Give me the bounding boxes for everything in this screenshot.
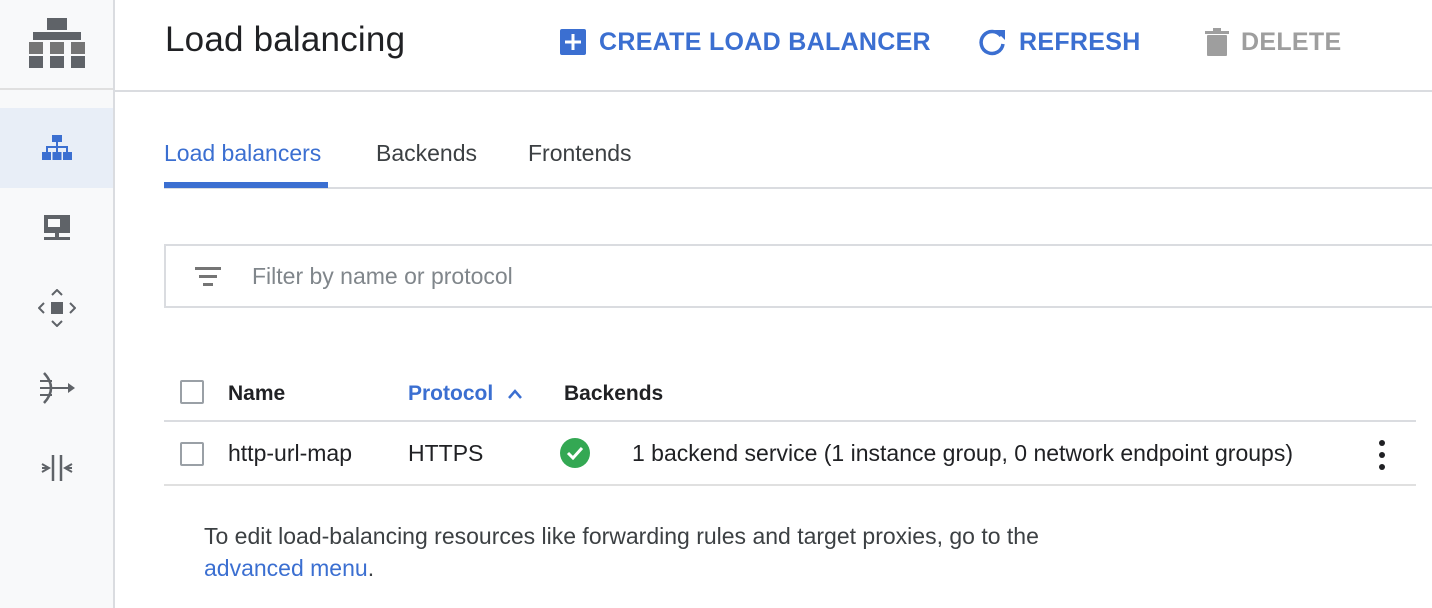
rail-item-pinch[interactable] <box>0 428 113 508</box>
instance-icon <box>43 215 70 240</box>
rail-item-instances[interactable] <box>0 188 113 268</box>
note-suffix: . <box>367 555 375 581</box>
column-header-protocol-label: Protocol <box>408 382 494 405</box>
row-backends: 1 backend service (1 instance group, 0 n… <box>632 440 1294 466</box>
select-all-checkbox[interactable] <box>180 380 204 404</box>
left-rail <box>0 0 115 608</box>
product-logo[interactable] <box>0 0 113 90</box>
refresh-icon <box>979 29 1005 56</box>
load-balancers-table: Name Protocol Backends http-url-map HTTP… <box>164 364 1416 486</box>
delete-button[interactable]: DELETE <box>1205 24 1341 60</box>
sort-ascending-icon <box>508 389 522 400</box>
note-text: To edit load-balancing resources like fo… <box>204 523 1039 549</box>
tab-backends[interactable]: Backends <box>376 140 477 181</box>
page-header: Load balancing CREATE LOAD BALANCER REFR… <box>115 0 1432 92</box>
rail-item-network-move[interactable] <box>0 268 113 348</box>
network-services-logo-icon <box>28 18 85 68</box>
load-balancer-icon <box>41 135 72 160</box>
page-title: Load balancing <box>165 20 406 59</box>
column-header-backends: Backends <box>564 382 664 405</box>
more-actions-icon[interactable] <box>1370 438 1394 472</box>
create-load-balancer-label: CREATE LOAD BALANCER <box>599 27 931 56</box>
tab-load-balancers[interactable]: Load balancers <box>164 140 321 181</box>
filter-list-icon[interactable] <box>194 266 222 286</box>
pinch-icon <box>41 455 72 481</box>
rail-item-load-balancing[interactable] <box>0 108 113 188</box>
rail-item-forwarding[interactable] <box>0 348 113 428</box>
advanced-menu-link[interactable]: advanced menu <box>204 555 368 581</box>
forwarding-icon <box>39 372 75 404</box>
table-header: Name Protocol Backends <box>164 364 1416 422</box>
delete-label: DELETE <box>1241 27 1342 56</box>
filter-input[interactable] <box>252 262 1152 290</box>
trash-icon <box>1205 28 1229 56</box>
advanced-menu-note: To edit load-balancing resources like fo… <box>204 520 1039 584</box>
network-move-icon <box>37 289 76 327</box>
table-row[interactable]: http-url-map HTTPS 1 backend service (1 … <box>164 422 1416 486</box>
add-box-icon <box>560 29 586 55</box>
row-protocol: HTTPS <box>408 440 484 466</box>
row-name[interactable]: http-url-map <box>228 440 352 467</box>
column-header-protocol[interactable]: Protocol <box>408 382 523 406</box>
tab-bar: Load balancers Backends Frontends <box>164 130 1432 189</box>
active-tab-indicator <box>164 182 328 188</box>
status-ok-icon <box>560 438 590 468</box>
create-load-balancer-button[interactable]: CREATE LOAD BALANCER <box>559 24 931 60</box>
filter-bar <box>164 244 1432 308</box>
refresh-label: REFRESH <box>1019 27 1141 56</box>
refresh-button[interactable]: REFRESH <box>977 24 1141 60</box>
column-header-name[interactable]: Name <box>228 382 285 406</box>
row-checkbox[interactable] <box>180 442 204 466</box>
tab-frontends[interactable]: Frontends <box>528 140 632 181</box>
